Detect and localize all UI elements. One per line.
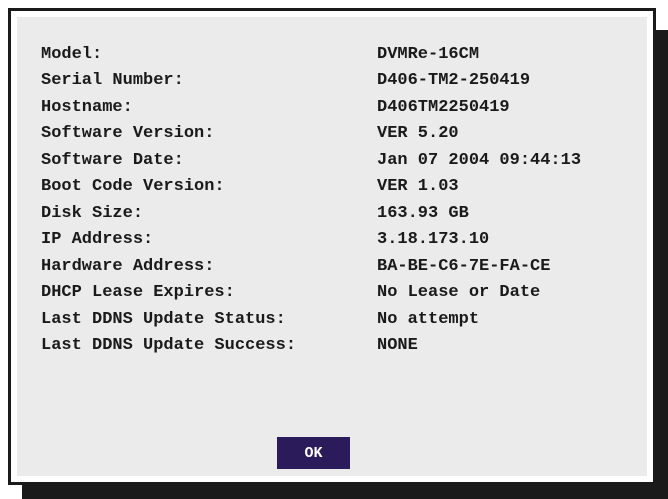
info-row-disk-size: Disk Size: 163.93 GB xyxy=(41,200,581,227)
hostname-value: D406TM2250419 xyxy=(377,97,510,117)
info-row-last-ddns-update-status: Last DDNS Update Status: No attempt xyxy=(41,306,581,333)
hardware-address-label: Hardware Address: xyxy=(41,256,215,276)
dhcp-lease-expires-value: No Lease or Date xyxy=(377,283,541,303)
info-row-hardware-address: Hardware Address: BA-BE-C6-7E-FA-CE xyxy=(41,253,581,280)
software-date-label: Software Date: xyxy=(41,150,184,170)
software-version-label: Software Version: xyxy=(41,124,215,144)
info-row-serial-number: Serial Number: D406-TM2-250419 xyxy=(41,68,581,95)
system-info-dialog: Model: DVMRe-16CM Serial Number: D406-TM2-… xyxy=(8,8,656,485)
last-ddns-update-success-label: Last DDNS Update Success: xyxy=(41,336,297,356)
last-ddns-update-status-value: No attempt xyxy=(377,309,480,329)
model-label: Model: xyxy=(41,44,103,64)
ip-address-value: 3.18.173.10 xyxy=(377,230,490,250)
last-ddns-update-success-value: NONE xyxy=(377,336,418,356)
software-version-value: VER 5.20 xyxy=(377,124,459,144)
info-row-software-version: Software Version: VER 5.20 xyxy=(41,121,581,148)
ok-button[interactable]: OK xyxy=(277,437,350,469)
serial-number-value: D406-TM2-250419 xyxy=(377,71,531,91)
hardware-address-value: BA-BE-C6-7E-FA-CE xyxy=(377,256,551,276)
info-row-dhcp-lease-expires: DHCP Lease Expires: No Lease or Date xyxy=(41,280,581,307)
last-ddns-update-status-label: Last DDNS Update Status: xyxy=(41,309,286,329)
system-info-panel: Model: DVMRe-16CM Serial Number: D406-TM2-… xyxy=(17,17,647,476)
software-date-value: Jan 07 2004 09:44:13 xyxy=(377,150,582,170)
boot-code-version-value: VER 1.03 xyxy=(377,177,459,197)
info-row-last-ddns-update-success: Last DDNS Update Success: NONE xyxy=(41,333,581,360)
boot-code-version-label: Boot Code Version: xyxy=(41,177,225,197)
info-row-software-date: Software Date: Jan 07 2004 09:44:13 xyxy=(41,147,581,174)
hostname-label: Hostname: xyxy=(41,97,133,117)
disk-size-value: 163.93 GB xyxy=(377,203,469,223)
system-info-list: Model: DVMRe-16CM Serial Number: D406-TM2-… xyxy=(41,41,581,359)
info-row-boot-code-version: Boot Code Version: VER 1.03 xyxy=(41,174,581,201)
ip-address-label: IP Address: xyxy=(41,230,154,250)
serial-number-label: Serial Number: xyxy=(41,71,184,91)
info-row-ip-address: IP Address: 3.18.173.10 xyxy=(41,227,581,254)
info-row-model: Model: DVMRe-16CM xyxy=(41,41,581,68)
disk-size-label: Disk Size: xyxy=(41,203,144,223)
info-row-hostname: Hostname: D406TM2250419 xyxy=(41,94,581,121)
model-value: DVMRe-16CM xyxy=(377,44,480,64)
dhcp-lease-expires-label: DHCP Lease Expires: xyxy=(41,283,235,303)
